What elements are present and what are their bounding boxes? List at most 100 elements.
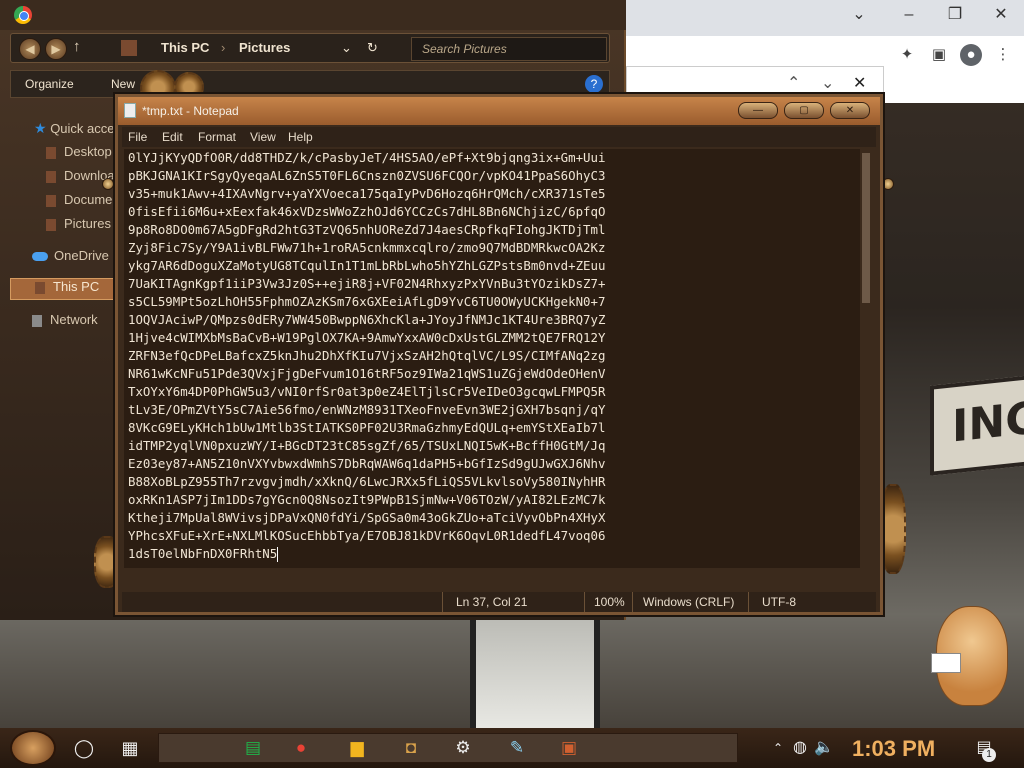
side-panel-icon[interactable]: ▣: [928, 44, 950, 66]
text-line[interactable]: 9p8Ro8DO0m67A5gDFgRd2htG3TzVQ65nhUOReZd7…: [124, 221, 860, 239]
back-button[interactable]: ◀: [19, 38, 41, 60]
find-up-icon[interactable]: ⌃: [787, 73, 800, 93]
sidebar-item-pictures[interactable]: Pictures: [8, 216, 120, 238]
horizontal-scrollbar[interactable]: [124, 568, 860, 580]
chrome-close-button[interactable]: ✕: [978, 4, 1024, 26]
menu-edit[interactable]: Edit: [162, 130, 183, 144]
text-line[interactable]: 0fisEfii6M6u+xEexfak46xVDzsWWoZzhOJd6YCC…: [124, 203, 860, 221]
menu-file[interactable]: File: [128, 130, 147, 144]
sidebar-item-onedrive[interactable]: OneDrive: [8, 248, 120, 270]
zoom-level: 100%: [594, 595, 625, 609]
line-ending: Windows (CRLF): [643, 595, 735, 609]
text-line[interactable]: Ktheji7MpUal8WVivsjDPaVxQN0fdYi/SpGSa0m4…: [124, 509, 860, 527]
new-button[interactable]: New: [111, 77, 135, 91]
text-line[interactable]: 8VKcG9ELyKHch1bUw1Mtlb3StIATKS0PF02U3Rma…: [124, 419, 860, 437]
speaker-icon[interactable]: 🔈: [810, 734, 838, 762]
computer-icon: [35, 281, 45, 294]
background-road: [470, 620, 600, 730]
sidebar-item-label: This PC: [53, 279, 100, 294]
sidebar-item-label: Network: [50, 312, 98, 327]
find-close-icon[interactable]: ✕: [853, 73, 866, 93]
text-line[interactable]: pBKJGNA1KIrSgyQyeqaAL6ZnS5T0FL6Cnszn0ZVS…: [124, 167, 860, 185]
text-line[interactable]: 7UaKITAgnKgpf1iiP3Vw3Jz0S++ejiR8j+VF02N4…: [124, 275, 860, 293]
text-line[interactable]: B88XoBLpZ955Th7rzvgvjmdh/xXknQ/6LwcJRXx5…: [124, 473, 860, 491]
file-explorer-app-icon[interactable]: ▆: [340, 733, 374, 763]
menu-bar: File Edit Format View Help: [122, 127, 876, 147]
sidebar-item-this-pc[interactable]: This PC: [10, 278, 122, 300]
text-line[interactable]: 1dsT0elNbFnDX0FRhtN5: [124, 545, 860, 563]
desktop-mascot-hamster[interactable]: [931, 606, 1008, 706]
text-line[interactable]: 1OQVJAciwP/QMpzs0dERy7WW450BwppN6XhcKla+…: [124, 311, 860, 329]
text-line[interactable]: s5CL59MPt5ozLhOH55FphmOZAzKSm76xGXEeiAfL…: [124, 293, 860, 311]
folder-icon: [46, 218, 56, 231]
menu-format[interactable]: Format: [198, 130, 236, 144]
address-dropdown-icon[interactable]: ⌄: [341, 40, 352, 56]
text-line[interactable]: oxRKn1ASP7jIm1DDs7gYGcn0Q8NsozIt9PWpB1Sj…: [124, 491, 860, 509]
text-line[interactable]: 0lYJjKYyQDfO0R/dd8THDZ/k/cPasbyJeT/4HS5A…: [124, 149, 860, 167]
maximize-button[interactable]: ▢: [784, 102, 824, 119]
settings-app-icon[interactable]: ⚙: [446, 733, 480, 763]
chrome-logo-icon: [14, 6, 32, 24]
text-line[interactable]: Zyj8Fic7Sy/Y9A1ivBLFWw71h+1roRA5cnkmmxcq…: [124, 239, 860, 257]
text-line[interactable]: TxOYxY6m4DP0PhGW5u3/vNI0rfSr0at3p0eZ4ElT…: [124, 383, 860, 401]
text-line[interactable]: ZRFN3efQcDPeLBafcxZ5knJhu2DhXfKIu7VjxSzA…: [124, 347, 860, 365]
bolt-icon: [102, 178, 114, 190]
text-line[interactable]: NR61wKcNFu51Pde3QVxjFjgDeFvum1O16tRF5oz9…: [124, 365, 860, 383]
breadcrumb-this-pc[interactable]: This PC: [161, 40, 209, 55]
sidebar-item-network[interactable]: Network: [8, 312, 120, 334]
start-button[interactable]: [10, 730, 56, 766]
breadcrumb-pictures[interactable]: Pictures: [239, 40, 290, 55]
text-line[interactable]: 1Hjve4cWIMXbMsBaCvB+W19PglOX7KA+9AmwYxxA…: [124, 329, 860, 347]
monitor-app-icon[interactable]: ▣: [552, 733, 586, 763]
extensions-icon[interactable]: ✦: [896, 44, 918, 66]
notepad-app-icon[interactable]: ✎: [500, 733, 534, 763]
text-caret: [277, 547, 279, 562]
chrome-menu-icon[interactable]: ⋮: [992, 44, 1014, 66]
sidebar-item-label: OneDrive: [54, 248, 109, 263]
sidebar-item-documents[interactable]: Documents: [8, 192, 120, 214]
find-down-icon[interactable]: ⌄: [821, 73, 834, 93]
sidebar-item-desktop[interactable]: Desktop: [8, 144, 120, 166]
widgets-icon[interactable]: ▦: [116, 734, 144, 762]
help-icon[interactable]: ?: [585, 75, 603, 93]
chrome-app-icon[interactable]: ●: [284, 733, 318, 763]
text-line[interactable]: Ez03ey87+AN5Z10nVXYvbwxdWmhS7DbRqWAW6q1d…: [124, 455, 860, 473]
scrollbar-thumb[interactable]: [862, 153, 870, 303]
up-arrow-icon[interactable]: ↑: [73, 38, 81, 55]
text-editor[interactable]: 0lYJjKYyQDfO0R/dd8THDZ/k/cPasbyJeT/4HS5A…: [124, 149, 860, 568]
task-view-icon[interactable]: ◯: [70, 734, 98, 762]
clock[interactable]: 1:03 PM: [852, 736, 935, 762]
close-button[interactable]: ✕: [830, 102, 870, 119]
profile-avatar-icon[interactable]: ●: [960, 44, 982, 66]
vertical-scrollbar[interactable]: [860, 149, 872, 568]
explorer-address-bar: ◀ ▶ ↑ This PC › Pictures ⌄ ↻ Search Pict…: [10, 33, 610, 63]
forward-button[interactable]: ▶: [45, 38, 67, 60]
search-input[interactable]: Search Pictures: [411, 37, 607, 61]
star-icon: ★: [34, 120, 47, 136]
text-line[interactable]: ykg7AR6dDoguXZaMotyUG8TCqulIn1T1mLbRbLwh…: [124, 257, 860, 275]
cursor-position: Ln 37, Col 21: [456, 595, 528, 609]
refresh-icon[interactable]: ↻: [367, 40, 378, 56]
chrome-restore-button[interactable]: ❐: [932, 4, 978, 26]
chrome-minimize-button[interactable]: –: [886, 4, 932, 26]
text-line[interactable]: tLv3E/OPmZVtY5sC7Aie56fmo/enWNzM8931TXeo…: [124, 401, 860, 419]
network-icon: [32, 314, 42, 327]
chrome-tab-menu-icon[interactable]: ⌄: [836, 4, 882, 26]
cloud-icon: [32, 252, 48, 262]
minimize-button[interactable]: —: [738, 102, 778, 119]
game-box-app-icon[interactable]: ◘: [394, 733, 428, 763]
greenshot-app-icon[interactable]: ▤: [236, 733, 270, 763]
notepad-title-bar[interactable]: *tmp.txt - Notepad — ▢ ✕: [118, 97, 880, 125]
organize-button[interactable]: Organize: [25, 77, 74, 91]
notification-badge: 1: [982, 748, 996, 762]
menu-view[interactable]: View: [250, 130, 276, 144]
notepad-window: *tmp.txt - Notepad — ▢ ✕ File Edit Forma…: [115, 94, 883, 615]
folder-icon: [46, 194, 56, 207]
menu-help[interactable]: Help: [288, 130, 313, 144]
text-line[interactable]: YPhcsXFuE+XrE+NXLMlKOSucEhbbTya/E7OBJ81k…: [124, 527, 860, 545]
sidebar-item-label: Documents: [64, 192, 120, 207]
folder-icon: [46, 170, 56, 183]
text-line[interactable]: v35+muk1Awv+4IXAvNgrv+yaYXVoeca175qaIyPv…: [124, 185, 860, 203]
text-line[interactable]: idTMP2yqlVN0pxuzWY/I+BGcDT23tC85sgZf/65/…: [124, 437, 860, 455]
encoding: UTF-8: [762, 595, 796, 609]
